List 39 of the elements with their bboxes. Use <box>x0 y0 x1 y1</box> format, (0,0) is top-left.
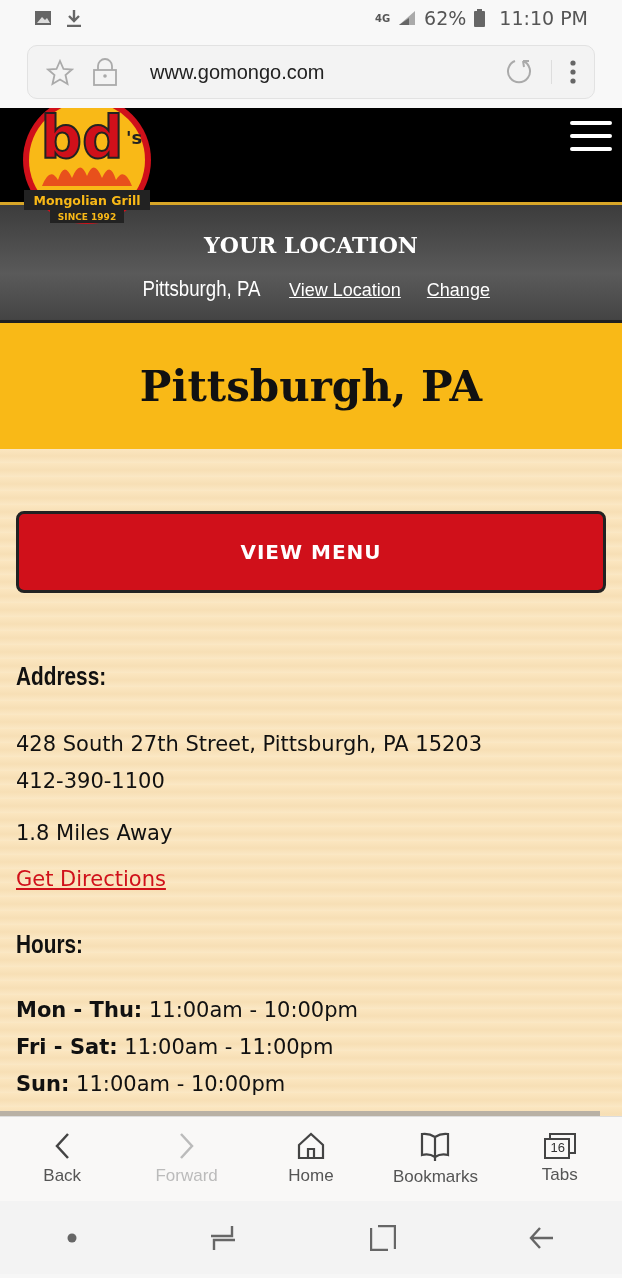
section-heading: Address: <box>16 661 108 692</box>
signal-icon <box>398 10 417 26</box>
home-button-icon[interactable] <box>369 1224 396 1251</box>
distance-text: 1.8 Miles Away <box>16 820 174 847</box>
phone-number: 412-390-1100 <box>16 768 166 795</box>
city-label: Pittsburgh, PA <box>142 275 261 302</box>
url-text: www.gomongo.com <box>150 60 326 84</box>
image-icon <box>34 10 52 26</box>
view-menu-button[interactable]: VIEW MENU <box>16 511 606 593</box>
location-link[interactable]: View Location <box>289 279 401 301</box>
toolbar-button[interactable]: 16 Tabs <box>497 1117 622 1201</box>
network-label: 4G <box>374 12 391 24</box>
dot-icon[interactable] <box>66 1232 77 1243</box>
hours-row-text: Mon - Thu: 11:00am - 10:00pm <box>16 997 359 1024</box>
book-icon <box>420 1131 451 1161</box>
back-icon <box>54 1132 71 1160</box>
lock-icon <box>92 58 118 86</box>
section-heading: Hours: <box>16 929 85 960</box>
hours-row-text: Fri - Sat: 11:00am - 11:00pm <box>16 1034 335 1061</box>
battery-percent: 62% <box>424 7 467 29</box>
toolbar-button[interactable]: Bookmarks <box>373 1117 498 1201</box>
street-address: 428 South 27th Street, Pittsburgh, PA 15203 <box>16 731 484 758</box>
toolbar-button[interactable]: Back <box>0 1117 125 1201</box>
menu-icon[interactable] <box>570 120 612 152</box>
location-link[interactable]: Change <box>426 279 490 301</box>
forward-icon <box>178 1132 195 1160</box>
battery-icon <box>474 9 486 27</box>
recents-icon[interactable] <box>210 1223 237 1252</box>
clock-time: 11:10 PM <box>499 7 588 29</box>
star-icon[interactable] <box>46 58 74 86</box>
directions-link[interactable]: Get Directions <box>16 867 166 891</box>
more-icon[interactable] <box>570 60 576 84</box>
download-icon <box>66 9 82 27</box>
toolbar-button[interactable]: Home <box>248 1117 374 1201</box>
hours-row-text: Sun: 11:00am - 10:00pm <box>16 1071 287 1098</box>
page-title: Pittsburgh, PA <box>139 361 483 411</box>
home-icon <box>297 1132 325 1160</box>
address-bar[interactable]: www.gomongo.com <box>27 45 595 99</box>
location-heading: YOUR LOCATION <box>204 231 418 258</box>
